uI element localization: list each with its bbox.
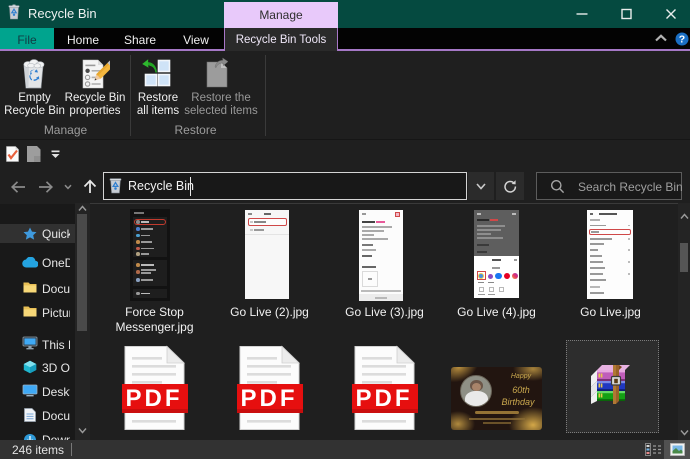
- svg-text:PDF: PDF: [126, 385, 183, 412]
- svg-text:?: ?: [679, 34, 685, 46]
- svg-text:PDF: PDF: [356, 385, 413, 412]
- svg-text:PDF: PDF: [241, 385, 298, 412]
